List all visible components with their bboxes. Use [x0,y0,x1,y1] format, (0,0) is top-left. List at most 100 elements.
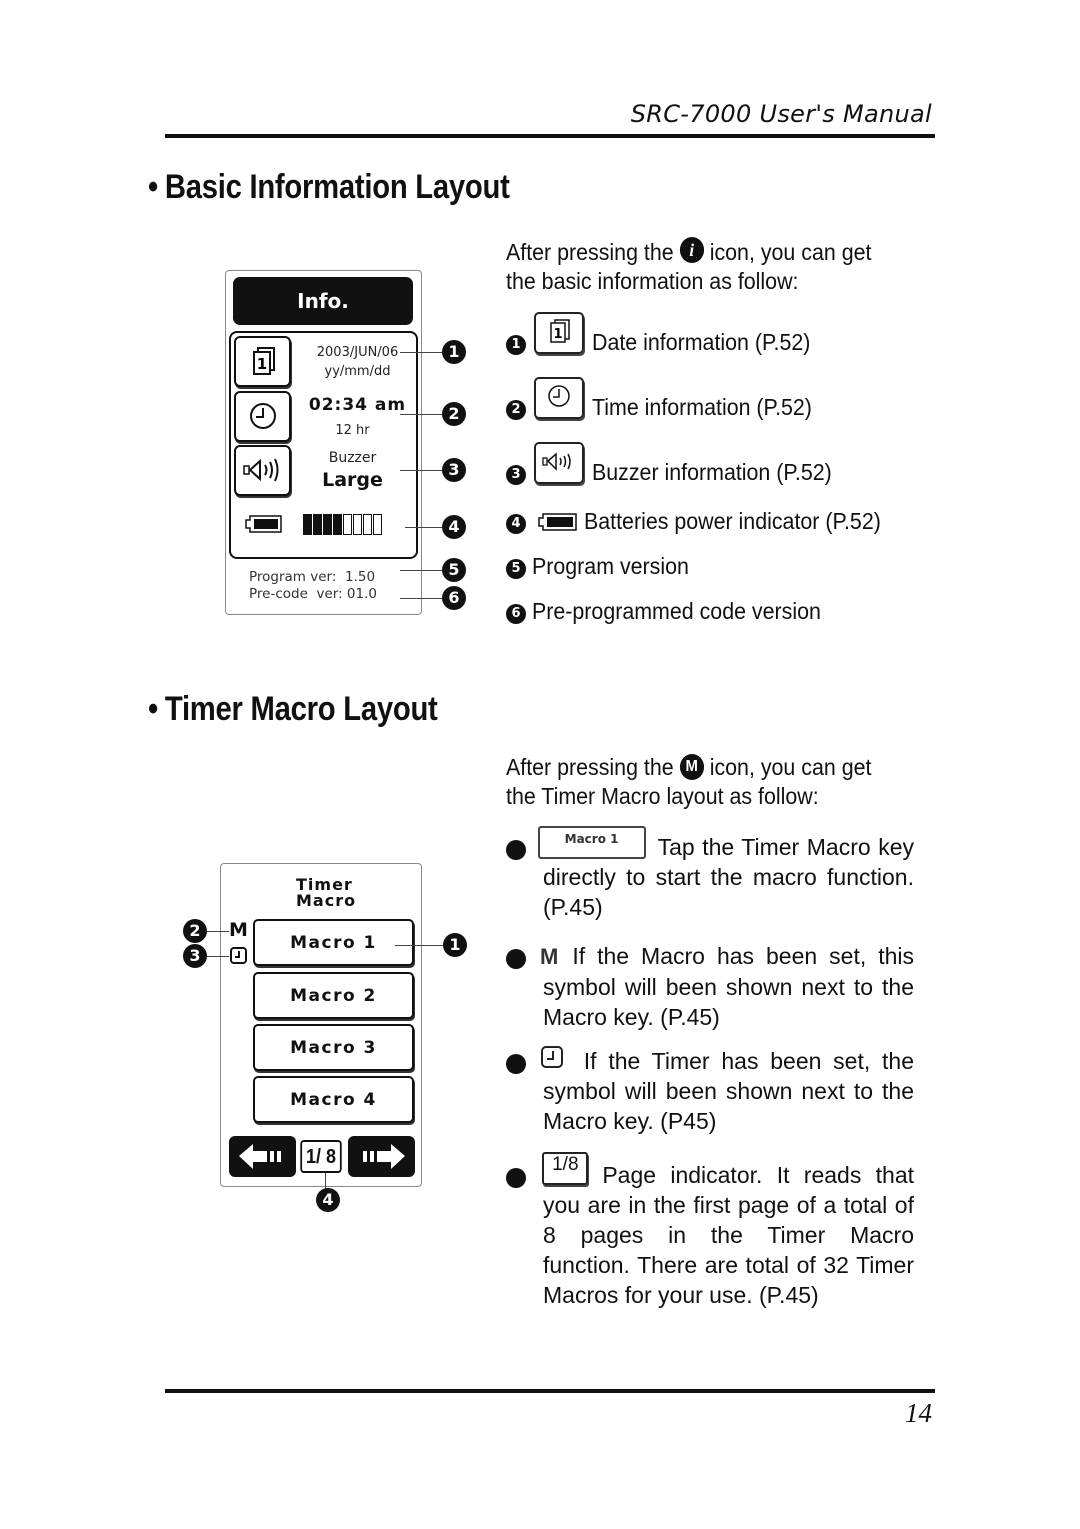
callout-3: 3 [183,944,207,968]
battery-segment-empty [373,514,382,535]
callout-1: 1 [443,933,467,957]
callout-line-2 [207,931,229,932]
battery-segment-empty [343,514,352,535]
item-text: Page indicator. It reads that you are in… [543,1162,914,1308]
info-item-6: 6 Pre-programmed code version [506,596,916,626]
macro-key-2[interactable]: Macro 2 [253,972,414,1019]
macro-key-4[interactable]: Macro 4 [253,1076,414,1123]
title-line-2: Macro [296,891,357,910]
callout-4: 4 [316,1188,340,1212]
info-screen-title: Info. [233,277,413,325]
battery-segment-empty [363,514,372,535]
macro-key-3[interactable]: Macro 3 [253,1024,414,1071]
intro-text-before: After pressing the [506,239,674,265]
battery-segment-filled [303,514,312,535]
arrow-left-icon [239,1144,281,1169]
buzzer-value: Large [322,469,383,491]
program-version: Program ver: 1.50 [249,569,376,585]
macro-key-1[interactable]: Macro 1 [253,919,414,966]
item-number: 2 [493,949,526,969]
item-number: 3 [493,1054,526,1074]
next-page-button[interactable] [348,1136,415,1177]
intro-text-before: After pressing the [506,754,674,780]
callout-line-1 [400,352,442,353]
page-indicator-sample: 1/8 [542,1152,589,1185]
item-number: 1 [493,840,526,860]
callout-3: 3 [442,458,466,482]
macro-icon: M [679,754,704,780]
info-item-4: 4 Batteries power indicator (P.52) [506,506,916,536]
item-text: Buzzer information (P.52) [592,459,832,485]
clock-icon [250,403,276,429]
battery-segment-filled [333,514,342,535]
item-number: 1 [506,335,526,355]
item-number: 4 [493,1168,526,1188]
date-value: 2003/JUN/06 [316,345,399,360]
speaker-icon [534,442,584,484]
calendar-button[interactable]: 1 [234,336,291,387]
clock-button[interactable] [234,391,291,442]
callout-line-4 [325,1173,326,1189]
timer-macro-screen-title: Timer Macro [296,877,356,909]
title-bullet: • [148,690,158,728]
title-text: Basic Information Layout [164,168,510,206]
item-number: 4 [506,514,526,534]
callout-line-6 [400,598,442,599]
buzzer-button[interactable] [234,445,291,496]
item-text: Pre-programmed code version [532,598,822,624]
callout-line-3 [400,470,442,471]
item-number: 3 [506,465,526,485]
callout-1: 1 [442,340,466,364]
battery-segment-filled [313,514,322,535]
callout-line-1 [395,945,443,946]
title-text: Timer Macro Layout [164,690,438,728]
callout-5: 5 [442,558,466,582]
section-title-basic-info: • Basic Information Layout [148,168,510,207]
callout-4: 4 [442,515,466,539]
info-intro: After pressing the i icon, you can get t… [506,237,885,296]
calendar-icon: 1 [253,347,275,375]
item-text: Program version [532,553,690,579]
callout-6: 6 [442,586,466,610]
battery-level-bar [303,514,413,538]
speaker-icon [243,458,279,482]
date-format: yy/mm/dd [324,364,391,379]
callout-line-4 [405,527,442,528]
item-text: Time information (P.52) [592,394,812,420]
svg-text:1: 1 [257,355,267,373]
page-indicator: 1/ 8 [300,1140,342,1173]
timer-set-icon [230,947,247,964]
item-text: Batteries power indicator (P.52) [584,508,882,534]
callout-line-5 [400,570,442,571]
info-item-3: 3 Buzzer information (P.52) [506,442,916,487]
calendar-icon: 1 [534,312,584,354]
previous-page-button[interactable] [229,1136,296,1177]
battery-icon [245,515,282,533]
item-number: 6 [506,604,526,624]
item-text: Date information (P.52) [592,329,811,355]
macro-set-symbol: M [540,944,559,969]
item-text: If the Timer has been set, the symbol wi… [543,1048,914,1134]
callout-2: 2 [442,402,466,426]
buzzer-label: Buzzer [328,450,377,466]
info-item-2: 2 Time information (P.52) [506,377,916,422]
battery-segment-empty [353,514,362,535]
section-title-timer-macro: • Timer Macro Layout [148,690,438,729]
item-number: 5 [506,559,526,579]
macro-item-1: 1 Macro 1 Tap the Timer Macro key directl… [493,826,914,922]
time-format: 12 hr [335,423,370,438]
title-bullet: • [148,168,158,206]
time-value: 02:34 am [308,395,407,415]
page-number: 14 [905,1398,932,1428]
arrow-right-icon [363,1144,405,1169]
header-rule [165,134,935,138]
clock-icon [534,377,584,419]
callout-2: 2 [183,919,207,943]
svg-text:1: 1 [553,327,562,342]
footer-rule [165,1389,935,1393]
running-header-title: SRC-7000 User's Manual [630,100,932,128]
macro-item-3: 3 If the Timer has been set, the symbol … [493,1045,914,1136]
item-number: 2 [506,400,526,420]
macro-intro: After pressing the M icon, you can get t… [506,753,885,811]
battery-icon [538,513,578,531]
